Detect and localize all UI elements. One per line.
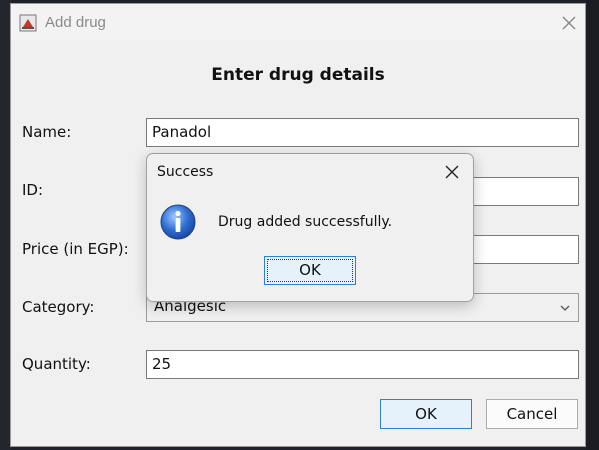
title-bar[interactable]: Add drug bbox=[11, 4, 585, 40]
name-input[interactable]: Panadol bbox=[146, 118, 579, 147]
add-drug-dialog: Add drug Enter drug details Name: Panado… bbox=[10, 3, 586, 447]
close-icon[interactable] bbox=[443, 163, 461, 181]
quantity-label: Quantity: bbox=[22, 355, 91, 373]
quantity-input[interactable]: 25 bbox=[146, 350, 579, 379]
name-label: Name: bbox=[22, 123, 72, 141]
info-icon bbox=[160, 204, 196, 240]
price-label: Price (in EGP): bbox=[22, 240, 129, 258]
message-ok-button[interactable]: OK bbox=[264, 256, 356, 285]
success-message-dialog: Success Drug added successfully. OK bbox=[146, 153, 474, 302]
ok-button[interactable]: OK bbox=[380, 399, 472, 429]
java-app-icon bbox=[19, 14, 37, 32]
category-label: Category: bbox=[22, 298, 95, 316]
chevron-down-icon[interactable] bbox=[559, 303, 571, 313]
message-text: Drug added successfully. bbox=[218, 214, 393, 230]
id-label: ID: bbox=[22, 181, 44, 199]
close-icon[interactable] bbox=[559, 13, 579, 33]
cancel-button[interactable]: Cancel bbox=[486, 399, 578, 429]
window-title: Add drug bbox=[45, 14, 106, 31]
background-window-edge-right bbox=[587, 0, 599, 450]
form-heading: Enter drug details bbox=[211, 65, 385, 85]
message-dialog-title: Success bbox=[157, 164, 214, 180]
